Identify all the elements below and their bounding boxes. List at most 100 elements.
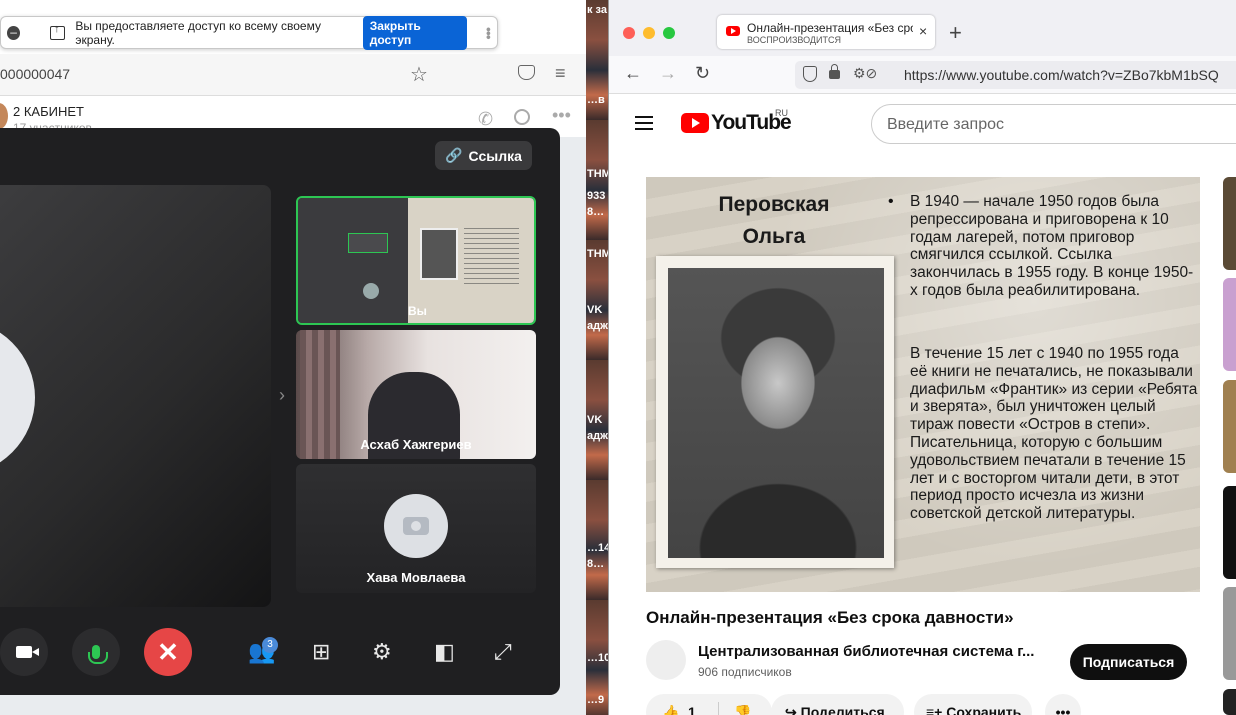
related-video-thumbnail[interactable] — [1223, 486, 1236, 579]
add-playlist-icon: ≡+ — [926, 704, 947, 715]
participant-tile-self[interactable]: Вы — [296, 196, 536, 325]
participant-tile[interactable]: Асхаб Хажгериев — [296, 330, 536, 459]
participant-avatar — [384, 494, 448, 558]
related-video-thumbnail[interactable] — [1223, 177, 1236, 270]
video-player[interactable]: Перовская Ольга • В 1940 — начале 1950 г… — [646, 177, 1200, 592]
hamburger-menu-icon[interactable] — [635, 116, 653, 130]
search-input[interactable]: Введите запрос — [871, 104, 1236, 144]
drag-handle-icon[interactable]: ••• — [481, 27, 497, 39]
participants-count-badge: 3 — [262, 637, 278, 653]
subscribe-button[interactable]: Подписаться — [1070, 644, 1187, 680]
tab-close-icon[interactable]: × — [919, 23, 927, 39]
tab-youtube[interactable]: Онлайн-презентация «Без срока ВОСПРОИЗВО… — [717, 15, 935, 49]
subscriber-count: 906 подписчиков — [698, 665, 792, 679]
reload-icon[interactable]: ↻ — [695, 63, 710, 84]
like-dislike-group: 👍 1 👎 — [646, 694, 772, 715]
related-video-thumbnail[interactable] — [1223, 587, 1236, 680]
participant-tile[interactable]: Хава Мовлаева — [296, 464, 536, 593]
more-actions-button[interactable]: ••• — [1045, 694, 1081, 715]
strip-label: VK — [587, 414, 603, 426]
minimize-icon[interactable]: – — [7, 25, 21, 40]
left-address-bar: 000000047 ☆ ≡ — [0, 54, 586, 96]
youtube-region-label: RU — [775, 108, 788, 118]
like-count[interactable]: 1 — [688, 694, 696, 715]
bookmark-star-icon[interactable]: ☆ — [410, 62, 428, 87]
channel-avatar[interactable] — [646, 640, 686, 680]
portrait-frame — [656, 256, 894, 568]
close-window-button[interactable] — [623, 27, 635, 39]
search-icon[interactable] — [514, 109, 530, 125]
slide-heading-line: Ольга — [742, 225, 806, 248]
url-text[interactable]: https://www.youtube.com/watch?v=ZBo7kbM1… — [904, 67, 1219, 83]
main-video-area[interactable] — [0, 185, 271, 607]
chat-avatar[interactable] — [0, 103, 8, 129]
navigation-bar: ← → ↻ ⚙⊘ https://www.youtube.com/watch?v… — [609, 56, 1236, 94]
youtube-header: YouTube RU Введите запрос — [609, 95, 1236, 155]
fullscreen-icon[interactable]: ⤢ — [494, 639, 512, 665]
screen-share-notification: – Вы предоставляете доступ ко всему свое… — [0, 15, 498, 50]
camera-off-icon — [403, 517, 429, 535]
hamburger-menu-icon[interactable]: ≡ — [555, 63, 566, 84]
more-icon[interactable]: ••• — [552, 105, 571, 126]
screen-share-preview-photo — [420, 228, 458, 280]
slide-paragraph: В 1940 — начале 1950 годов была репресси… — [910, 193, 1194, 299]
screen-share-icon — [50, 23, 66, 40]
end-call-icon: ✕ — [157, 636, 179, 667]
left-browser-window: 000000047 ☆ ≡ 2 КАБИНЕТ 17 участников ✆ … — [0, 0, 586, 715]
pocket-icon[interactable] — [518, 65, 535, 80]
gear-icon[interactable]: ⚙ — [372, 639, 392, 665]
new-tab-button[interactable]: + — [949, 20, 962, 46]
layout-icon[interactable]: ◧ — [434, 639, 455, 665]
screen-share-preview-left — [298, 198, 408, 323]
like-divider — [718, 702, 719, 715]
strip-label: 933 — [587, 190, 606, 202]
channel-name[interactable]: Централизованная библиотечная система г.… — [698, 643, 1048, 660]
link-icon: 🔗 — [445, 147, 463, 163]
tab-title: Онлайн-презентация «Без срока — [747, 21, 913, 35]
microphone-toggle-button[interactable] — [72, 628, 120, 676]
chat-title[interactable]: 2 КАБИНЕТ — [13, 104, 84, 119]
screen-share-preview-tile — [348, 233, 388, 253]
strip-label: …в — [587, 94, 605, 106]
phone-icon[interactable]: ✆ — [478, 109, 493, 130]
tab-bar: Онлайн-презентация «Без срока ВОСПРОИЗВО… — [609, 0, 1236, 56]
slide-bullet: • — [888, 193, 894, 210]
permissions-icon[interactable]: ⚙⊘ — [853, 65, 877, 82]
related-videos-strip — [1223, 177, 1236, 715]
main-avatar-circle — [0, 320, 35, 475]
related-video-thumbnail[interactable] — [1223, 380, 1236, 473]
share-button[interactable]: ↪ Поделиться — [771, 694, 904, 715]
minimize-window-button[interactable] — [643, 27, 655, 39]
stop-sharing-button[interactable]: Закрыть доступ — [362, 15, 467, 50]
related-video-thumbnail[interactable] — [1223, 689, 1236, 715]
camera-toggle-button[interactable] — [0, 628, 48, 676]
thumbs-up-icon[interactable]: 👍 — [662, 704, 679, 715]
strip-label: VK — [587, 304, 603, 316]
grid-icon[interactable]: ⊞ — [312, 639, 330, 665]
strip-label: 8… — [587, 206, 605, 218]
zoom-window-button[interactable] — [663, 27, 675, 39]
strip-label: …9 — [587, 694, 605, 706]
thumbs-down-icon[interactable]: 👎 — [734, 694, 751, 715]
chevron-right-icon[interactable]: › — [279, 385, 285, 406]
youtube-logo-icon[interactable] — [681, 113, 709, 133]
left-url-text[interactable]: 000000047 — [0, 66, 70, 82]
participant-name: Вы — [408, 304, 427, 318]
participant-name: Асхаб Хажгериев — [360, 437, 472, 452]
tab-playing-status: ВОСПРОИЗВОДИТСЯ — [747, 35, 841, 45]
url-bar[interactable]: ⚙⊘ https://www.youtube.com/watch?v=ZBo7k… — [795, 61, 1236, 89]
screen-share-preview-avatar — [363, 283, 379, 299]
lock-icon[interactable] — [829, 64, 840, 79]
camera-icon — [16, 646, 39, 658]
forward-arrow-icon[interactable]: → — [659, 63, 677, 84]
end-call-button[interactable]: ✕ — [144, 628, 192, 676]
related-video-thumbnail[interactable] — [1223, 278, 1236, 371]
call-link-button[interactable]: 🔗 Ссылка — [435, 141, 532, 170]
back-arrow-icon[interactable]: ← — [624, 63, 642, 84]
call-link-label: Ссылка — [468, 147, 522, 164]
save-button[interactable]: ≡+ Сохранить — [914, 694, 1032, 715]
tracking-shield-icon[interactable] — [803, 66, 817, 82]
video-title: Онлайн-презентация «Без срока давности» — [646, 608, 1014, 627]
portrait-photo — [668, 268, 884, 558]
video-call-panel: 🔗 Ссылка › Вы Асхаб Хажгериев Хава Мовла… — [0, 128, 560, 695]
